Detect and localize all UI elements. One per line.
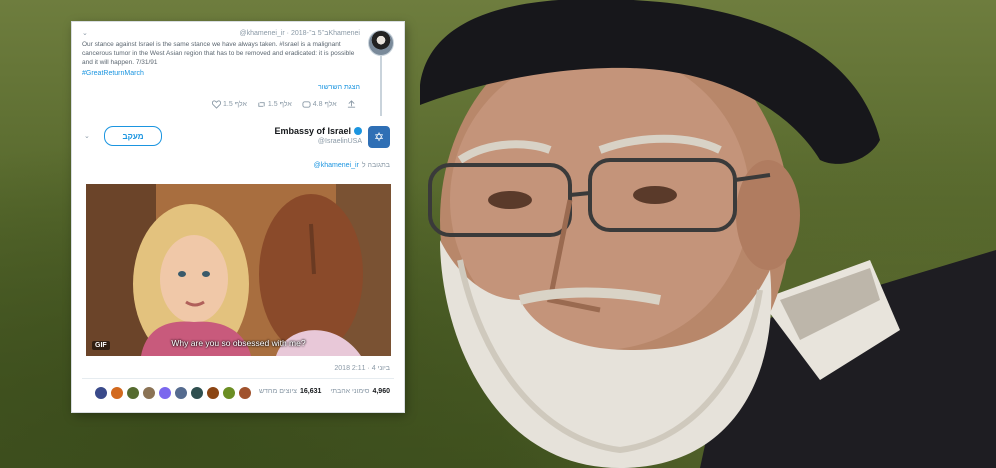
- liker-avatar[interactable]: [158, 386, 172, 400]
- khamenei-avatar[interactable]: [368, 30, 394, 56]
- follow-button[interactable]: מעקב: [104, 126, 162, 146]
- heart-icon: [212, 100, 221, 109]
- liker-avatar[interactable]: [142, 386, 156, 400]
- portrait-photo: [420, 0, 996, 468]
- quoted-tweet-text: Our stance against Israel is the same st…: [82, 41, 355, 66]
- tweet-card: @khamenei_ir · 2018-ב־5 ב־Khamenei ⌄ Our…: [72, 22, 404, 412]
- embassy-handle: @IsraelinUSA: [317, 138, 362, 145]
- liker-avatar[interactable]: [190, 386, 204, 400]
- retweets-stat-count[interactable]: 16,631: [300, 388, 321, 395]
- thread-line: [380, 56, 382, 116]
- embassy-name-row[interactable]: Embassy of Israel: [268, 126, 362, 136]
- liker-avatar[interactable]: [110, 386, 124, 400]
- like-action[interactable]: 1.5 אלף: [212, 100, 247, 109]
- replying-to-handle[interactable]: @khamenei_ir: [314, 162, 359, 169]
- liker-avatar[interactable]: [94, 386, 108, 400]
- tweet-timestamp[interactable]: 2018 ביוני 4 · 2:11: [82, 365, 390, 372]
- liker-avatar[interactable]: [174, 386, 188, 400]
- share-icon: [347, 100, 355, 108]
- tweet-stats: ציוצים מחדש 16,631 סימוני אהבתי 4,960: [222, 388, 390, 395]
- share-action[interactable]: [347, 100, 356, 109]
- replying-to: @khamenei_ir בתגובה ל: [82, 162, 390, 169]
- gif-media[interactable]: GIF Why are you so obsessed with me?: [86, 184, 391, 356]
- embassy-name: Embassy of Israel: [274, 126, 351, 136]
- quoted-tweet-actions: 1.5 אלף 1.5 אלף 4.8 אלף: [202, 100, 356, 109]
- liker-avatar[interactable]: [126, 386, 140, 400]
- chevron-down-icon[interactable]: ⌄: [84, 132, 90, 140]
- retweets-label: ציוצים מחדש: [258, 388, 297, 395]
- hashtag-link[interactable]: #GreatReturnMarch: [82, 70, 144, 77]
- replying-to-label: בתגובה ל: [361, 162, 390, 169]
- embassy-avatar[interactable]: ✡: [368, 126, 390, 148]
- gif-subtitle: Why are you so obsessed with me?: [171, 338, 306, 348]
- likes-count: 1.5 אלף: [223, 101, 247, 108]
- chevron-down-icon[interactable]: ⌄: [82, 29, 88, 37]
- likes-stat-count[interactable]: 4,960: [372, 388, 390, 395]
- reply-action[interactable]: 4.8 אלף: [302, 100, 337, 109]
- quoted-tweet-header: @khamenei_ir · 2018-ב־5 ב־Khamenei: [239, 30, 361, 37]
- replies-count: 4.8 אלף: [312, 101, 337, 108]
- retweets-count: 1.5 אלף: [267, 101, 292, 108]
- verified-icon: [354, 127, 362, 135]
- reply-icon: [302, 101, 311, 108]
- liker-avatar[interactable]: [206, 386, 220, 400]
- show-thread-link[interactable]: הצגת השרשור: [262, 84, 360, 91]
- divider: [82, 378, 394, 379]
- likes-label: סימוני אהבתי: [330, 388, 370, 395]
- gif-scene: [86, 184, 391, 356]
- retweet-action[interactable]: 1.5 אלף: [257, 100, 292, 109]
- retweet-icon: [258, 102, 265, 107]
